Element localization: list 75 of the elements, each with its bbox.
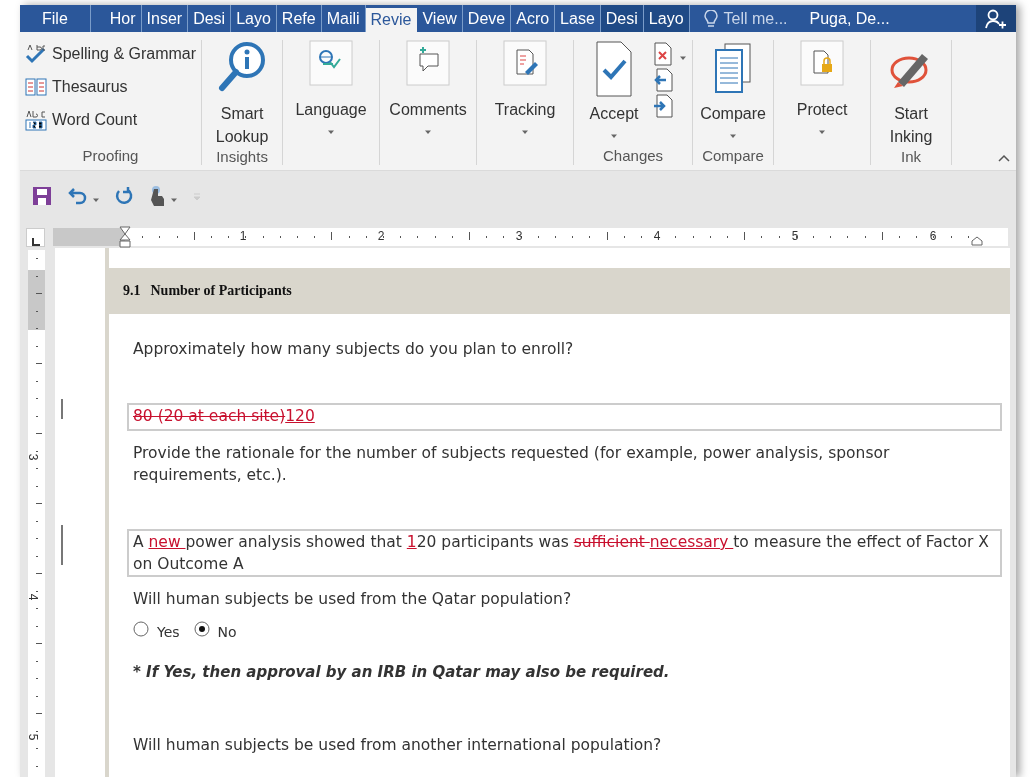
redo-icon[interactable]: [114, 186, 134, 206]
undo-icon: [66, 187, 88, 205]
ruler-number: 5: [791, 229, 799, 243]
dropdown-caret-icon: [679, 55, 688, 61]
undo-button[interactable]: [66, 187, 100, 205]
dropdown-caret-icon: [170, 197, 178, 203]
section-heading: 9.1 Number of Participants: [109, 268, 1010, 314]
ribbon-tab[interactable]: Desi: [600, 5, 644, 32]
ribbon-button[interactable]: Protect: [779, 40, 866, 147]
group-label: Proofing: [81, 147, 140, 165]
radio-option[interactable]: No: [193, 621, 237, 643]
group-label: Ink: [900, 148, 923, 165]
dropdown-caret-icon: [818, 129, 827, 135]
dropdown-caret-icon: [610, 133, 619, 139]
dropdown-caret-icon: [424, 129, 433, 135]
previous-change-icon[interactable]: [653, 68, 674, 92]
ribbon-button[interactable]: Smart Lookup: [207, 40, 278, 148]
ruler-number: 3: [515, 229, 523, 243]
document-check-icon: [594, 40, 635, 98]
ruler-number: 2: [377, 229, 385, 243]
group-label: Insights: [215, 148, 269, 165]
ribbon-tab[interactable]: Layo: [643, 5, 690, 32]
tell-me-field[interactable]: Tell me...: [703, 5, 788, 32]
ribbon-button[interactable]: Accept: [579, 40, 650, 147]
ruler-number: 6: [929, 229, 937, 243]
horizontal-ruler[interactable]: 1 2 3 4 5 6: [53, 228, 1008, 246]
vertical-ruler[interactable]: 3 4 5: [28, 250, 45, 777]
dropdown-caret-icon: [92, 197, 100, 203]
dropdown-caret-icon: [729, 133, 738, 139]
group-label: Compare: [701, 147, 765, 165]
book-icon: [25, 77, 47, 96]
reject-document-icon[interactable]: [653, 42, 674, 66]
count-icon: [25, 108, 47, 131]
ruler-number: 4: [26, 593, 41, 601]
user-name[interactable]: Puga, De...: [809, 5, 890, 32]
group-label: Changes: [602, 147, 665, 165]
dropdown-caret-icon: [521, 129, 530, 135]
ruler-number: 5: [26, 733, 41, 741]
ribbon-button[interactable]: Comments: [385, 40, 472, 147]
question-text: Provide the rationale for the number of subjects requested (for example, power analysis, sponsor requirements, etc.).: [133, 443, 891, 486]
spelling-check-icon: [25, 43, 47, 64]
tracking-icon: [503, 40, 548, 86]
share-person-icon: [985, 8, 1007, 29]
save-icon[interactable]: [32, 186, 52, 206]
question-text: Approximately how many subjects do you plan to enroll?: [133, 339, 575, 360]
tab-selector[interactable]: [26, 227, 45, 247]
dropdown-caret-icon: [327, 129, 336, 135]
ribbon-tab[interactable]: Revie: [365, 8, 418, 32]
question-text: Will human subjects be used from the Qatar population?: [133, 589, 573, 610]
question-text: Will human subjects be used from another international population?: [133, 735, 663, 756]
ruler-number: 3: [26, 453, 41, 461]
ribbon-button[interactable]: Word Count: [25, 106, 197, 133]
lightbulb-icon: [703, 9, 718, 28]
ribbon-button[interactable]: Tracking: [482, 40, 569, 147]
new-comment-icon: [406, 40, 451, 86]
touch-mode-button[interactable]: [148, 185, 178, 207]
ruler-number: 4: [653, 229, 661, 243]
left-tab-icon: [31, 237, 40, 246]
note-text: *If Yes, then approval by an IRB in Qatar may also be required.: [133, 663, 671, 681]
right-indent-marker-icon[interactable]: [971, 236, 983, 246]
magnifier-info-icon: [217, 40, 268, 94]
ribbon-button[interactable]: Spelling & Grammar: [25, 40, 197, 67]
ribbon-button[interactable]: Language: [288, 40, 375, 147]
radio-option[interactable]: Yes: [133, 621, 180, 643]
ribbon-button[interactable]: Compare: [698, 40, 769, 147]
ribbon-button[interactable]: Thesaurus: [25, 73, 197, 100]
next-change-icon[interactable]: [653, 94, 674, 118]
collapse-ribbon-icon[interactable]: [998, 154, 1010, 162]
lock-document-icon: [800, 40, 845, 86]
share-button[interactable]: [976, 5, 1016, 32]
ribbon-button[interactable]: Start Inking: [876, 40, 947, 148]
language-icon: [309, 40, 354, 86]
indent-marker-icon[interactable]: [119, 226, 131, 248]
ruler-number: 1: [239, 229, 247, 243]
hand-pointer-icon: [148, 185, 166, 207]
